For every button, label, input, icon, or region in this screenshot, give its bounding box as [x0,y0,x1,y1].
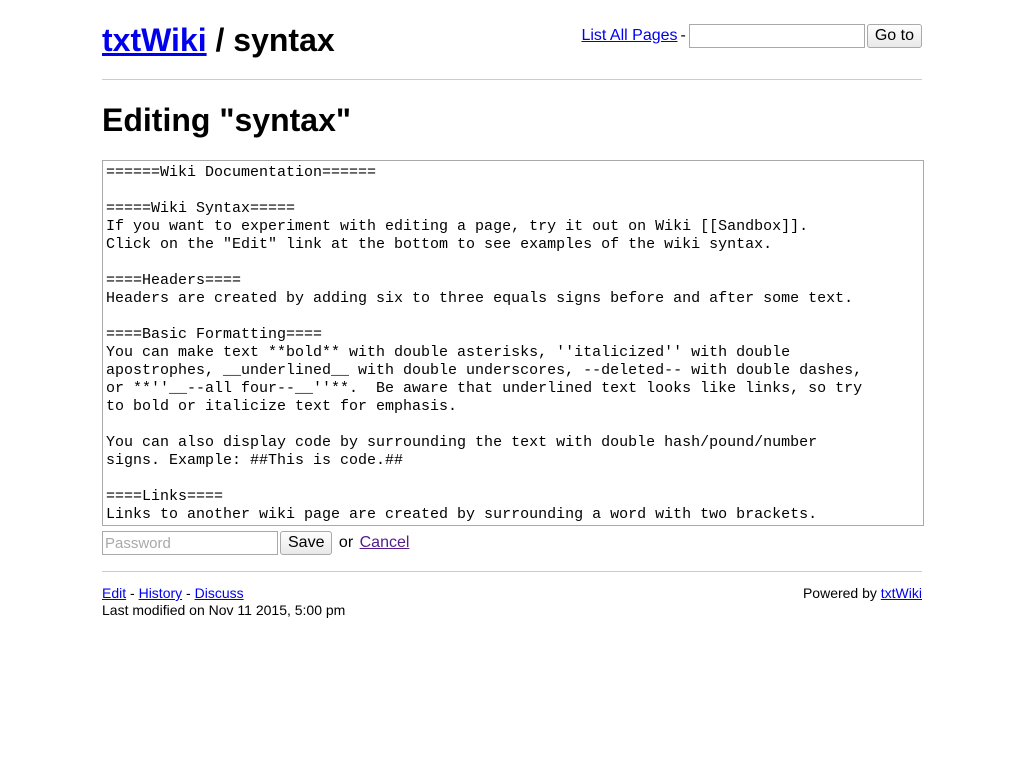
footer-dash-2: - [186,585,191,601]
footer-left: Edit - History - Discuss Last modified o… [102,585,345,619]
cancel-link[interactable]: Cancel [360,534,410,551]
save-row: Save or Cancel [102,531,409,555]
header-divider [102,79,922,80]
powered-by-link[interactable]: txtWiki [881,585,922,601]
footer-links: Edit - History - Discuss [102,585,345,602]
or-text: or [338,534,354,552]
list-all-pages-link[interactable]: List All Pages [581,27,677,44]
title-separator: / [215,22,225,58]
header: txtWiki / syntax List All Pages - Go to [102,20,922,64]
powered-by-text: Powered by [802,585,877,601]
password-input[interactable] [102,531,278,555]
last-modified-text: Last modified on Nov 11 2015, 5:00 pm [102,602,346,618]
site-home-link[interactable]: txtWiki [102,22,207,58]
site-title: txtWiki / syntax [102,20,335,60]
wiki-editor-textarea[interactable]: ======Wiki Documentation====== =====Wiki… [102,160,924,526]
goto-button[interactable]: Go to [866,24,922,48]
current-page-name: syntax [233,22,335,58]
discuss-link[interactable]: Discuss [195,585,244,601]
history-link[interactable]: History [139,585,183,601]
footer-dash-1: - [130,585,135,601]
nav-dash: - [680,27,686,45]
goto-page-input[interactable] [688,24,865,48]
top-nav: List All Pages - Go to [581,24,922,48]
save-button[interactable]: Save [280,531,333,555]
footer-divider [102,571,922,572]
page-title: Editing "syntax" [102,102,352,138]
edit-link[interactable]: Edit [102,585,126,601]
footer-right: Powered by txtWiki [803,585,922,602]
